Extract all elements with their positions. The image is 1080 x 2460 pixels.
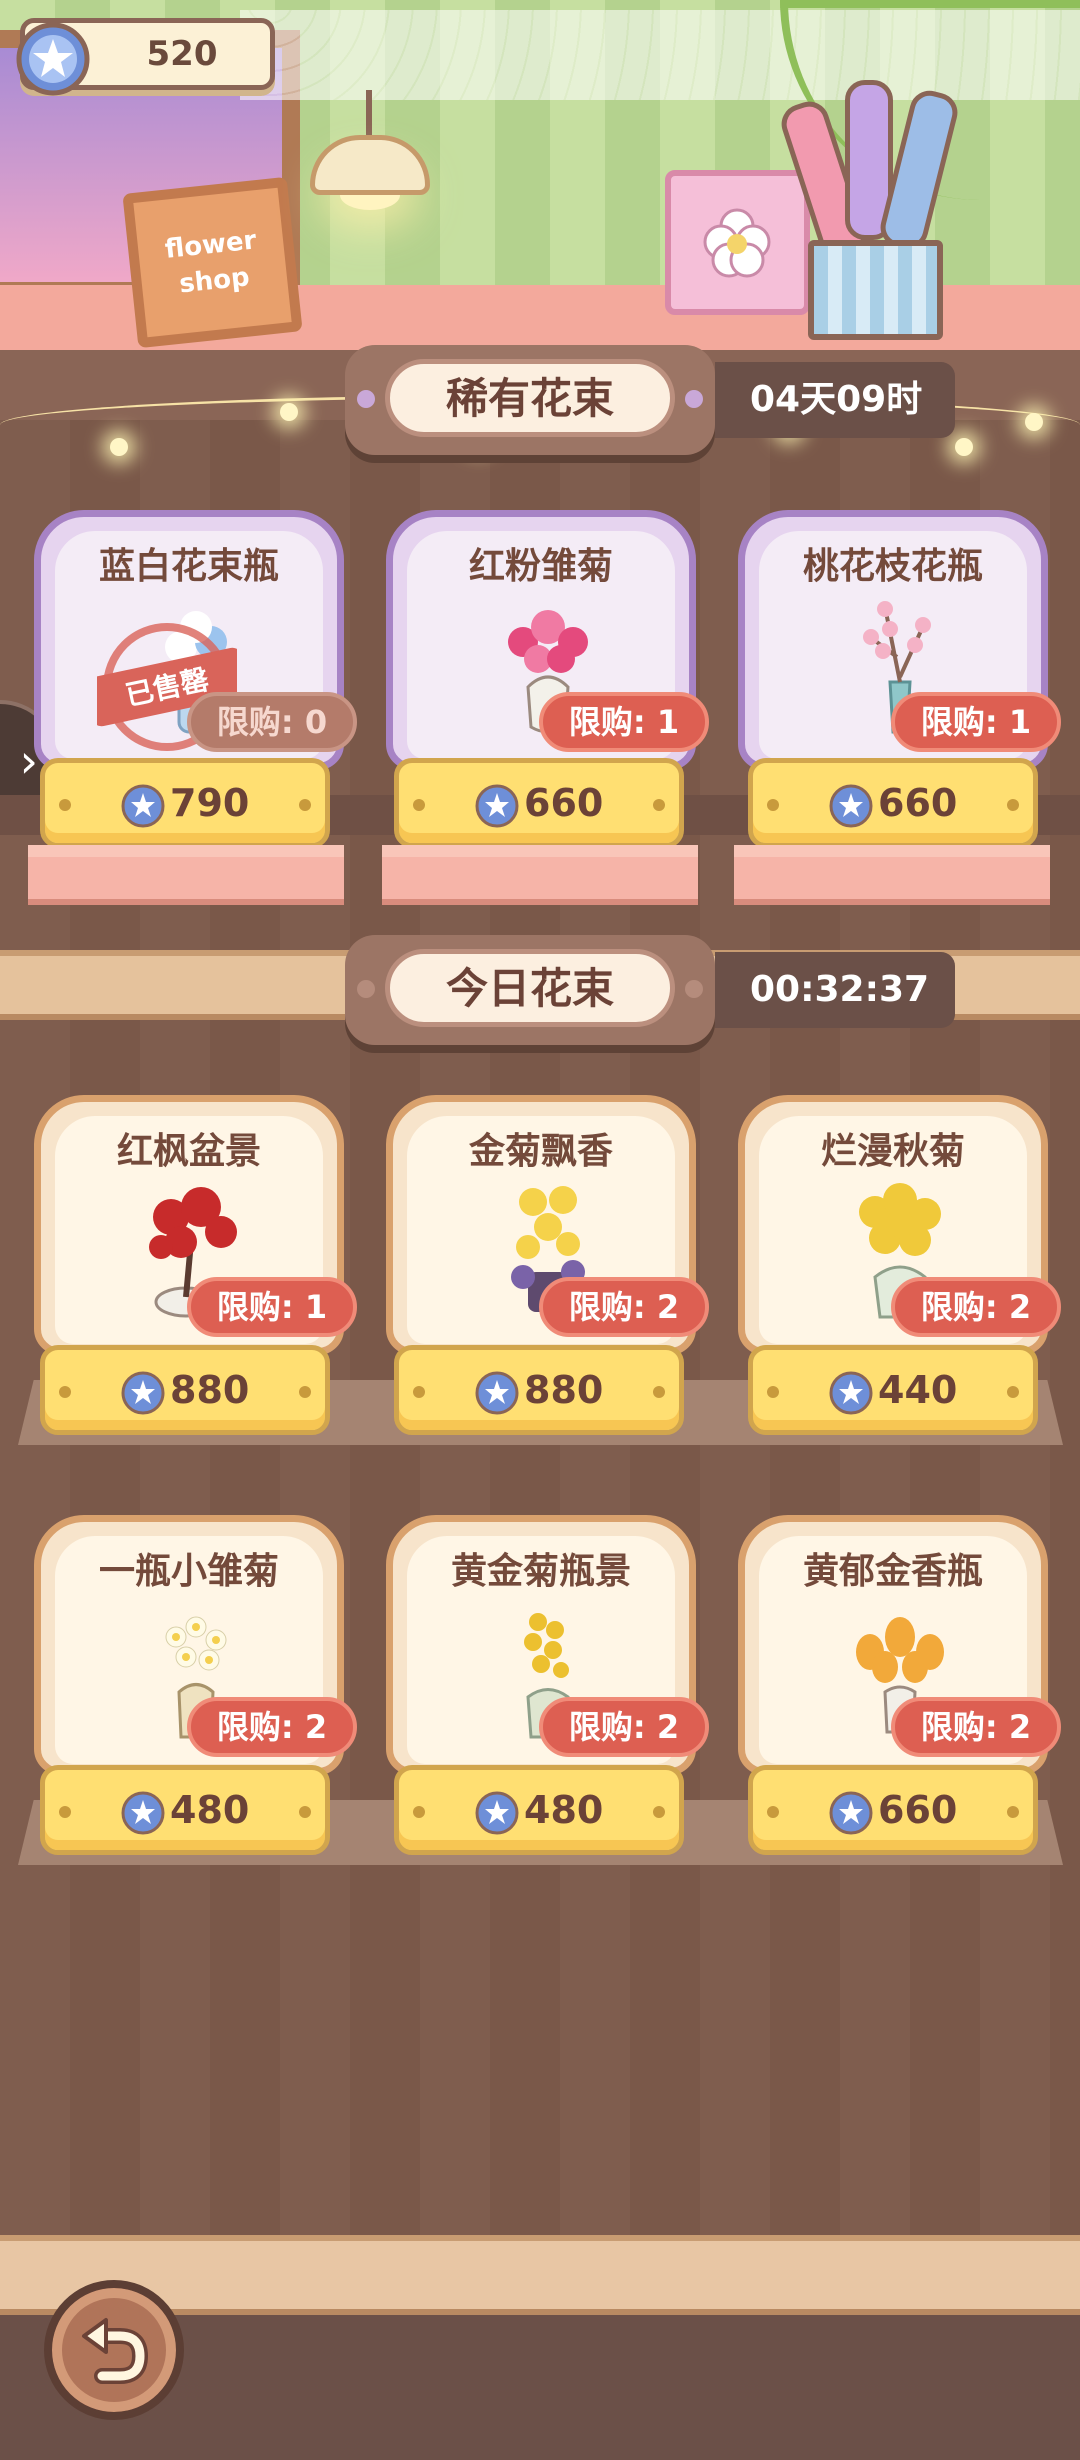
shop-item-card[interactable]: 桃花枝花瓶 限购: 1	[738, 510, 1061, 770]
price-button[interactable]: 660	[394, 758, 684, 848]
purchase-limit-badge: 限购: 1	[891, 692, 1061, 752]
currency-amount: 520	[146, 34, 218, 74]
price-button[interactable]: 880	[40, 1345, 330, 1435]
star-gem-icon	[829, 784, 873, 828]
item-name: 一瓶小雏菊	[98, 1551, 279, 1592]
price-button[interactable]: 480	[40, 1765, 330, 1855]
purchase-limit-badge: 限购: 2	[539, 1697, 709, 1757]
star-gem-icon	[475, 1791, 519, 1835]
price-value: 480	[170, 1788, 250, 1832]
star-gem-icon	[121, 1791, 165, 1835]
price-button[interactable]: 790	[40, 758, 330, 848]
gift-bag-icon	[665, 170, 810, 315]
price-value: 480	[524, 1788, 604, 1832]
currency-display[interactable]: 520	[16, 18, 275, 96]
price-button[interactable]: 880	[394, 1345, 684, 1435]
shop-item-card[interactable]: 金菊飘香 限购: 2	[386, 1095, 709, 1355]
price-button[interactable]: 660	[748, 758, 1038, 848]
rare-section-timer: 04天09时	[715, 362, 955, 438]
star-gem-icon	[475, 784, 519, 828]
star-gem-icon	[829, 1371, 873, 1415]
gift-box-icon	[808, 240, 943, 340]
price-value: 440	[878, 1368, 958, 1412]
item-name: 烂漫秋菊	[820, 1131, 965, 1172]
shop-item-card[interactable]: 红枫盆景 限购: 1	[34, 1095, 357, 1355]
star-gem-icon	[121, 784, 165, 828]
table-skirt	[734, 845, 1050, 905]
flower-shop-sign: flower shop	[122, 176, 303, 349]
item-name: 蓝白花束瓶	[98, 546, 279, 587]
star-gem-icon	[475, 1371, 519, 1415]
item-name: 桃花枝花瓶	[802, 546, 983, 587]
rare-section-header: 稀有花束	[345, 345, 715, 455]
rare-section-title: 稀有花束	[385, 359, 675, 437]
star-gem-icon	[829, 1791, 873, 1835]
table-skirt	[382, 845, 698, 905]
item-name: 黄金菊瓶景	[450, 1551, 631, 1592]
daily-section-header: 今日花束	[345, 935, 715, 1045]
daily-section-title: 今日花束	[385, 949, 675, 1027]
purchase-limit-badge: 限购: 1	[187, 1277, 357, 1337]
shop-item-card[interactable]: 黄金菊瓶景 限购: 2	[386, 1515, 709, 1775]
price-button[interactable]: 480	[394, 1765, 684, 1855]
shop-item-card[interactable]: 烂漫秋菊 限购: 2	[738, 1095, 1061, 1355]
purchase-limit-badge: 限购: 2	[891, 1277, 1061, 1337]
purchase-limit-badge: 限购: 2	[891, 1697, 1061, 1757]
table-skirt	[28, 845, 344, 905]
price-value: 660	[878, 1788, 958, 1832]
back-button[interactable]	[44, 2280, 184, 2420]
price-button[interactable]: 660	[748, 1765, 1038, 1855]
item-name: 黄郁金香瓶	[802, 1551, 983, 1592]
price-value: 660	[524, 781, 604, 825]
price-button[interactable]: 440	[748, 1345, 1038, 1435]
shop-item-card[interactable]: 蓝白花束瓶 已售罄 限购: 0	[34, 510, 357, 770]
purchase-limit-badge: 限购: 0	[187, 692, 357, 752]
star-gem-icon	[16, 22, 90, 96]
shop-item-card[interactable]: 红粉雏菊 限购: 1	[386, 510, 709, 770]
wrapping-paper-rolls	[776, 80, 962, 264]
lamp-icon	[300, 90, 440, 210]
price-value: 880	[170, 1368, 250, 1412]
price-value: 790	[170, 781, 250, 825]
star-gem-icon	[121, 1371, 165, 1415]
daily-section-timer: 00:32:37	[715, 952, 955, 1028]
price-value: 880	[524, 1368, 604, 1412]
return-arrow-icon	[82, 2318, 149, 2384]
purchase-limit-badge: 限购: 2	[187, 1697, 357, 1757]
purchase-limit-badge: 限购: 2	[539, 1277, 709, 1337]
shop-item-card[interactable]: 黄郁金香瓶 限购: 2	[738, 1515, 1061, 1775]
item-name: 红枫盆景	[116, 1131, 261, 1172]
item-name: 金菊飘香	[468, 1131, 613, 1172]
item-name: 红粉雏菊	[468, 546, 613, 587]
shop-item-card[interactable]: 一瓶小雏菊 限购: 2	[34, 1515, 357, 1775]
purchase-limit-badge: 限购: 1	[539, 692, 709, 752]
price-value: 660	[878, 781, 958, 825]
